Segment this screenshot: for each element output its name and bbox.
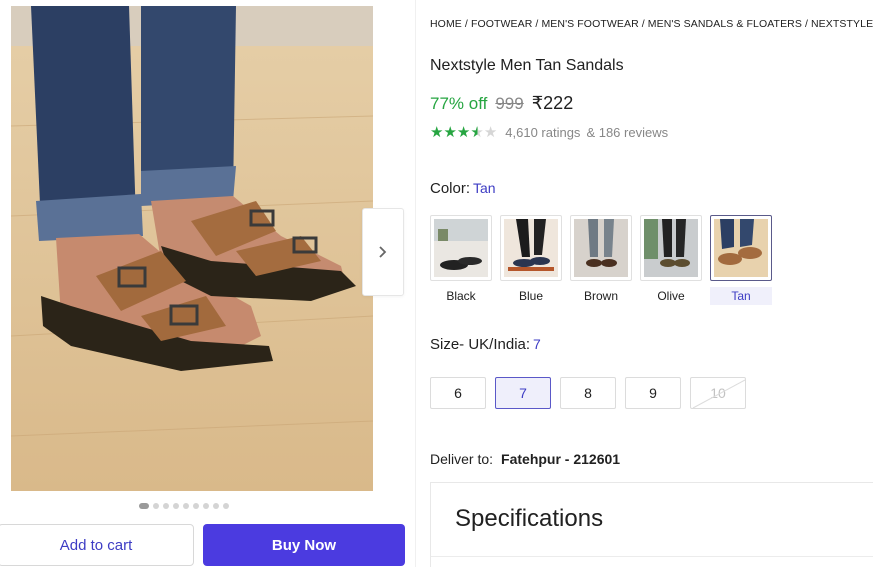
size-option-8[interactable]: 8: [560, 377, 616, 409]
size-label: Size- UK/India: 7: [430, 336, 541, 353]
color-option-label: Olive: [657, 289, 685, 303]
gallery-dot[interactable]: [153, 503, 159, 509]
breadcrumb-item-mens-footwear[interactable]: MEN'S FOOTWEAR: [541, 18, 638, 30]
selected-size: 7: [533, 336, 541, 352]
gallery-dot[interactable]: [193, 503, 199, 509]
gallery-dot[interactable]: [183, 503, 189, 509]
section-divider: [431, 556, 873, 557]
discount-text: 77% off: [430, 94, 488, 113]
product-main-image[interactable]: [11, 6, 373, 491]
original-price: 999: [495, 94, 524, 113]
color-thumbnail: [500, 215, 562, 281]
color-option-blue[interactable]: Blue: [500, 215, 562, 305]
size-option-10: 10: [690, 377, 746, 409]
color-option-brown[interactable]: Brown: [570, 215, 632, 305]
image-next-button[interactable]: [362, 208, 404, 296]
unavailable-strike-icon: [692, 379, 746, 409]
breadcrumb-item-home[interactable]: HOME: [430, 18, 462, 30]
color-swatches: Black Blue Brown Olive Tan: [430, 215, 772, 305]
size-option-9[interactable]: 9: [625, 377, 681, 409]
breadcrumb: HOME / FOOTWEAR / MEN'S FOOTWEAR / MEN'S SANDA…: [430, 18, 873, 30]
specifications-title: Specifications: [455, 505, 604, 532]
gallery-dot[interactable]: [163, 503, 169, 509]
star-icon: ★: [443, 124, 457, 141]
gallery-dot[interactable]: [213, 503, 219, 509]
gallery-dot[interactable]: [223, 503, 229, 509]
color-thumbnail: [430, 215, 492, 281]
gallery-dots: [139, 503, 229, 509]
color-thumbnail: [570, 215, 632, 281]
ratings-count: 4,610 ratings: [505, 125, 581, 140]
color-thumbnail: [710, 215, 772, 281]
half-star-icon: ★: [470, 124, 484, 141]
gallery-dot[interactable]: [203, 503, 209, 509]
delivery-label: Deliver to:: [430, 451, 494, 467]
rating-row[interactable]: ★ ★ ★ ★ ★ 4,610 ratings & 186 reviews: [430, 125, 668, 140]
breadcrumb-item-footwear[interactable]: FOOTWEAR: [471, 18, 532, 30]
buy-now-button[interactable]: Buy Now: [203, 524, 405, 566]
specifications-section: Specifications: [430, 482, 873, 567]
color-option-label: Black: [446, 289, 476, 303]
panel-divider: [415, 0, 416, 567]
reviews-count: & 186 reviews: [586, 125, 669, 140]
rating-stars: ★ ★ ★ ★ ★: [430, 125, 497, 140]
selected-color: Tan: [473, 180, 496, 196]
color-option-tan[interactable]: Tan: [710, 215, 772, 305]
gallery-dot[interactable]: [139, 503, 149, 509]
color-option-black[interactable]: Black: [430, 215, 492, 305]
price-row: 77% off 999 ₹222: [430, 93, 573, 114]
color-thumbnail: [640, 215, 702, 281]
gallery-dot[interactable]: [173, 503, 179, 509]
size-option-7[interactable]: 7: [495, 377, 551, 409]
size-option-6[interactable]: 6: [430, 377, 486, 409]
breadcrumb-item-brand[interactable]: NEXTSTYLE MEN'S: [811, 18, 873, 30]
star-icon: ★: [430, 124, 444, 141]
delivery-location[interactable]: Fatehpur - 212601: [501, 451, 620, 467]
add-to-cart-button[interactable]: Add to cart: [0, 524, 194, 566]
chevron-right-icon: [379, 246, 387, 258]
size-options: 6 7 8 9 10: [430, 377, 746, 409]
empty-star-icon: ★: [483, 124, 498, 141]
color-option-label: Brown: [583, 289, 618, 303]
selling-price: ₹222: [531, 93, 574, 113]
star-icon: ★: [456, 124, 471, 141]
color-option-olive[interactable]: Olive: [640, 215, 702, 305]
color-option-label: Tan: [710, 287, 772, 305]
product-title: Nextstyle Men Tan Sandals: [430, 57, 624, 74]
color-label: Color: Tan: [430, 180, 496, 197]
color-option-label: Blue: [518, 289, 544, 303]
breadcrumb-item-mens-sandals[interactable]: MEN'S SANDALS & FLOATERS: [648, 18, 802, 30]
delivery-info: Deliver to: Fatehpur - 212601: [430, 451, 620, 467]
